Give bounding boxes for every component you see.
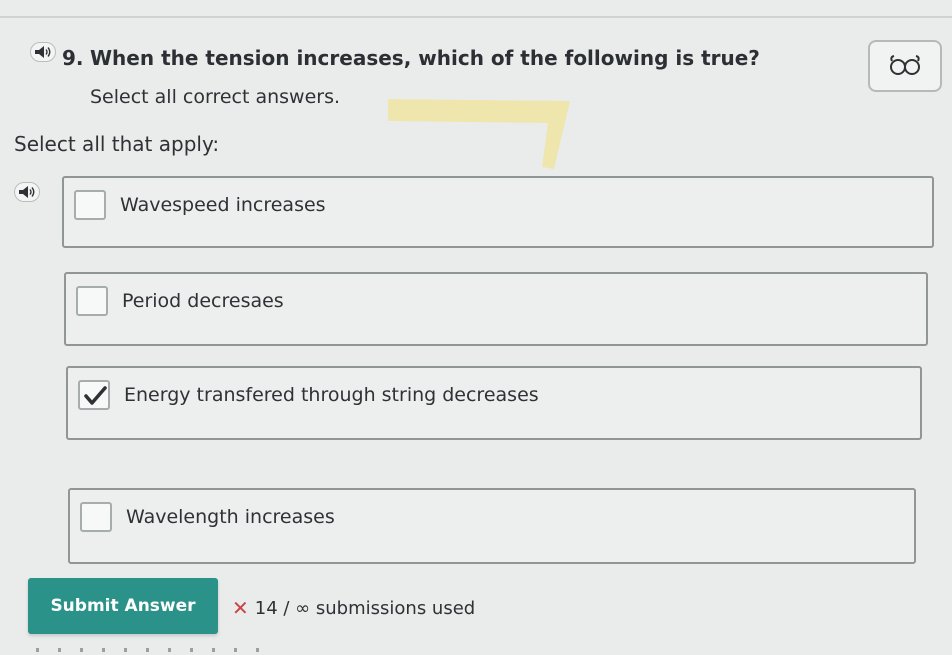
question-number: 9. xyxy=(62,46,84,70)
option-checkbox[interactable] xyxy=(76,286,108,316)
option-checkbox[interactable] xyxy=(74,190,106,220)
option-label: Period decresaes xyxy=(122,290,284,312)
answer-option[interactable]: Wavespeed increases xyxy=(62,176,934,248)
speaker-icon xyxy=(19,186,35,198)
speaker-icon xyxy=(35,46,51,58)
hint-button[interactable] xyxy=(868,40,942,92)
options-audio-button[interactable] xyxy=(14,182,40,202)
option-label: Wavelength increases xyxy=(126,506,335,528)
option-label: Wavespeed increases xyxy=(120,194,326,216)
bottom-tick-marks xyxy=(36,648,276,652)
top-divider xyxy=(0,16,952,18)
instructions-text: Select all that apply: xyxy=(14,132,220,156)
answer-option[interactable]: Wavelength increases xyxy=(68,488,916,564)
submission-counter: ✕ 14 / ∞ submissions used xyxy=(232,596,475,620)
submissions-text: 14 / ∞ submissions used xyxy=(254,597,476,619)
question-audio-button[interactable] xyxy=(30,42,56,62)
glasses-icon xyxy=(890,55,920,75)
highlight-mark xyxy=(388,99,570,169)
option-label: Energy transfered through string decreas… xyxy=(124,384,539,406)
checkmark-icon xyxy=(84,386,107,405)
submit-answer-button[interactable]: Submit Answer xyxy=(28,578,218,634)
answer-option[interactable]: Period decresaes xyxy=(64,272,928,346)
question-text: When the tension increases, which of the… xyxy=(90,46,760,70)
answer-option[interactable]: Energy transfered through string decreas… xyxy=(66,366,922,440)
option-checkbox[interactable] xyxy=(80,502,112,532)
option-checkbox-checked[interactable] xyxy=(78,380,110,410)
question-subtext: Select all correct answers. xyxy=(90,86,341,108)
x-mark-icon: ✕ xyxy=(232,596,249,620)
